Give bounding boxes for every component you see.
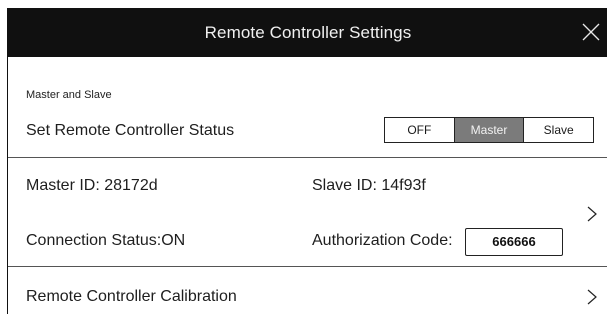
- close-icon[interactable]: [580, 21, 602, 43]
- title-bar: Remote Controller Settings: [8, 9, 607, 57]
- connection-status-text: Connection Status:ON: [26, 232, 186, 249]
- remote-status-label: Set Remote Controller Status: [26, 122, 235, 139]
- authorization-code-field[interactable]: 666666: [465, 228, 563, 256]
- remote-status-segmented-control: OFF Master Slave: [384, 117, 594, 143]
- calibration-label[interactable]: Remote Controller Calibration: [26, 288, 237, 306]
- divider: [8, 266, 607, 267]
- chevron-right-icon[interactable]: [586, 288, 598, 306]
- chevron-right-icon[interactable]: [586, 205, 598, 223]
- authorization-code-label: Authorization Code:: [312, 232, 453, 249]
- section-label-master-slave: Master and Slave: [26, 89, 112, 101]
- panel-title: Remote Controller Settings: [204, 23, 412, 42]
- divider: [8, 157, 607, 158]
- status-option-master[interactable]: Master: [454, 118, 525, 142]
- status-option-off[interactable]: OFF: [385, 118, 455, 142]
- master-id-text: Master ID: 28172d: [26, 177, 158, 194]
- settings-panel: Remote Controller Settings Master and Sl…: [7, 8, 607, 314]
- status-option-slave[interactable]: Slave: [524, 118, 593, 142]
- slave-id-text: Slave ID: 14f93f: [312, 177, 426, 194]
